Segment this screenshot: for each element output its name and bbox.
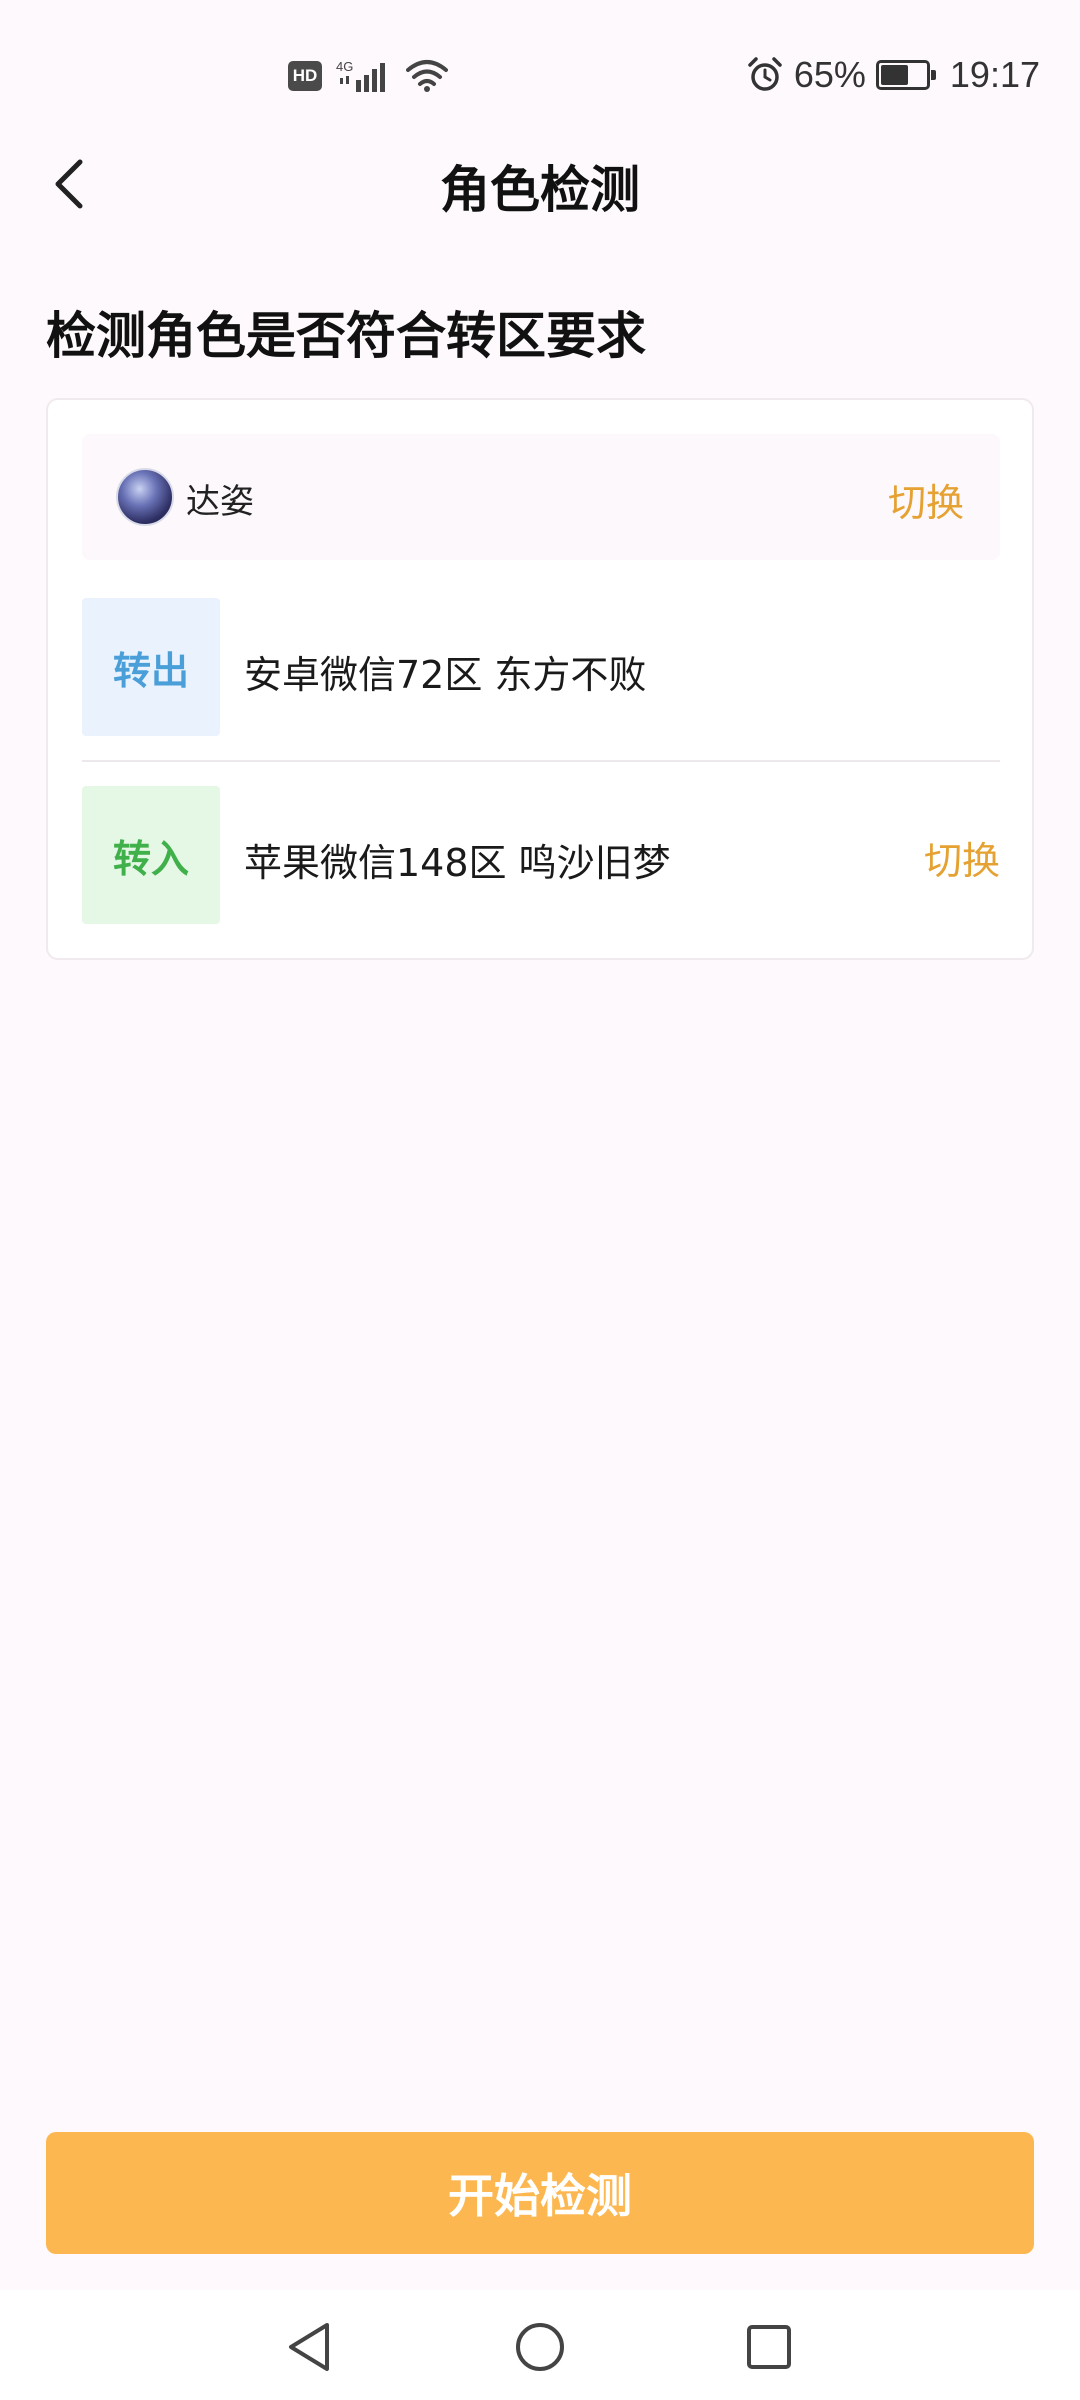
back-triangle-icon [289,2323,329,2371]
nav-back-button[interactable] [274,2312,344,2382]
nav-home-button[interactable] [505,2312,575,2382]
role-name: 达姿 [186,482,254,522]
transfer-in-row: 转入 苹果微信148区 鸣沙旧梦 切换 [82,786,1000,924]
transfer-in-server: 苹果微信148区 鸣沙旧梦 [244,841,671,885]
avatar [116,468,174,526]
role-switch-button[interactable]: 切换 [888,472,964,527]
start-check-button[interactable]: 开始检测 [46,2132,1034,2254]
battery-percent: 65% [793,54,866,95]
nav-recent-button[interactable] [734,2312,804,2382]
network-label: 4G [336,59,353,74]
divider [82,760,1000,762]
home-circle-icon [516,2323,564,2371]
role-transfer-card: 达姿 切换 转出 安卓微信72区 东方不败 转入 苹果微信148区 鸣沙旧梦 切… [46,398,1034,960]
role-row: 达姿 切换 [82,434,1000,560]
battery-level-fill [880,65,909,85]
system-nav-bar [0,2290,1080,2400]
signal-icon: 4G [336,59,385,92]
status-bar: HD 4G 65% 19:17 [0,0,1080,160]
transfer-in-switch-button[interactable]: 切换 [924,830,1000,885]
status-network-group: HD 4G [288,58,448,94]
hd-icon: HD [288,61,322,91]
recent-square-icon [747,2325,791,2369]
app-header: 角色检测 [0,140,1080,230]
alarm-icon [748,57,782,91]
battery-icon [875,60,936,90]
transfer-in-tag: 转入 [82,786,220,924]
section-title: 检测角色是否符合转区要求 [46,307,646,365]
page-title: 角色检测 [440,161,640,219]
transfer-out-server: 安卓微信72区 东方不败 [244,653,647,697]
transfer-out-row: 转出 安卓微信72区 东方不败 [82,598,1000,736]
status-right-group: 65% 19:17 [746,54,1040,96]
status-time: 19:17 [949,54,1040,95]
transfer-out-tag: 转出 [82,598,220,736]
wifi-icon [406,60,448,92]
